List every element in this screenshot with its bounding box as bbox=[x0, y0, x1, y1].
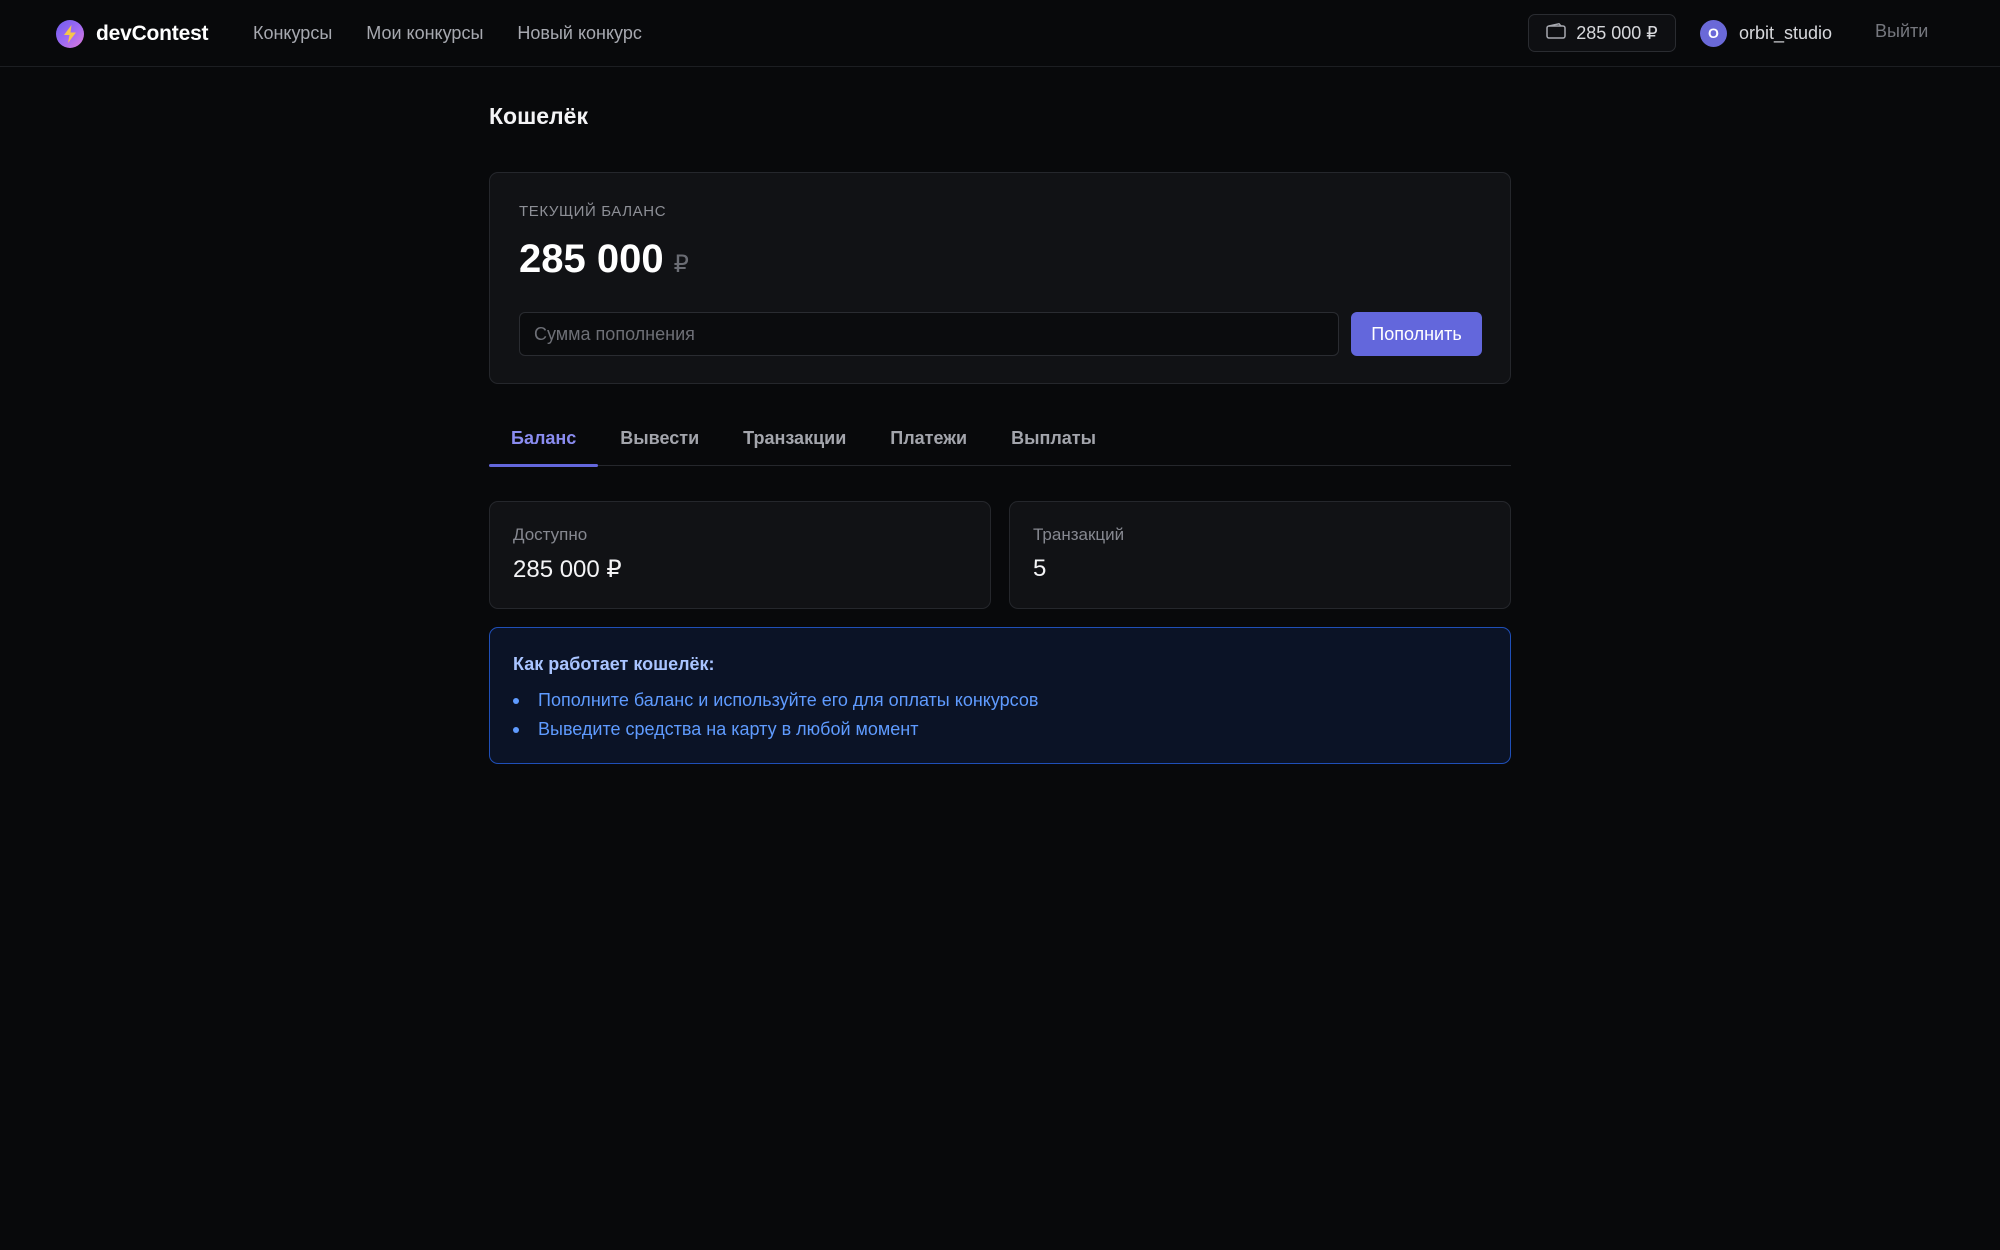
balance-amount: 285 000 ₽ bbox=[519, 237, 689, 282]
tab-payouts[interactable]: Выплаты bbox=[989, 410, 1118, 466]
list-item: Выведите средства на карту в любой момен… bbox=[513, 715, 1038, 744]
brand-name: devContest bbox=[96, 22, 209, 45]
balance-currency: ₽ bbox=[673, 251, 689, 278]
available-value: 285 000 ₽ bbox=[513, 556, 622, 583]
user-menu[interactable]: O orbit_studio bbox=[1700, 19, 1832, 47]
tab-balance[interactable]: Баланс bbox=[489, 410, 599, 467]
lightning-bolt-icon bbox=[56, 20, 84, 48]
info-list: Пополните баланс и используйте его для о… bbox=[513, 686, 1038, 744]
wallet-balance-button[interactable]: 285 000 ₽ bbox=[1528, 14, 1676, 52]
info-item-text: Пополните баланс и используйте его для о… bbox=[538, 690, 1039, 710]
topup-amount-input[interactable] bbox=[519, 312, 1339, 356]
info-title: Как работает кошелёк: bbox=[513, 654, 715, 674]
topup-button[interactable]: Пополнить bbox=[1351, 312, 1482, 356]
available-stat-card: Доступно 285 000 ₽ bbox=[489, 501, 991, 609]
tab-payments[interactable]: Платежи bbox=[868, 410, 989, 466]
username: orbit_studio bbox=[1739, 22, 1833, 43]
balance-label: ТЕКУЩИЙ БАЛАНС bbox=[519, 203, 667, 220]
wallet-info-box: Как работает кошелёк: Пополните баланс и… bbox=[489, 627, 1511, 764]
wallet-tabs: Баланс Вывести Транзакции Платежи Выплат… bbox=[489, 410, 1511, 467]
top-navbar: devContest Конкурсы Мои конкурсы Новый к… bbox=[0, 0, 2000, 67]
tab-withdraw[interactable]: Вывести bbox=[598, 410, 721, 466]
logout-link[interactable]: Выйти bbox=[1875, 21, 1928, 42]
brand-logo[interactable]: devContest bbox=[56, 20, 209, 48]
balance-card: ТЕКУЩИЙ БАЛАНС 285 000 ₽ Пополнить bbox=[489, 172, 1511, 384]
nav-link-new-contest[interactable]: Новый конкурс bbox=[517, 23, 641, 44]
info-item-text: Выведите средства на карту в любой момен… bbox=[538, 719, 919, 739]
avatar: O bbox=[1700, 19, 1727, 47]
main-nav: Конкурсы Мои конкурсы Новый конкурс bbox=[253, 0, 642, 66]
tab-transactions[interactable]: Транзакции bbox=[721, 410, 868, 466]
bullet-icon bbox=[513, 697, 519, 704]
nav-link-my-contests[interactable]: Мои конкурсы bbox=[366, 23, 483, 44]
transactions-value: 5 bbox=[1033, 555, 1047, 582]
page-title: Кошелёк bbox=[489, 103, 588, 129]
transactions-stat-card: Транзакций 5 bbox=[1009, 501, 1511, 609]
balance-amount-value: 285 000 bbox=[519, 237, 664, 281]
wallet-balance-amount: 285 000 ₽ bbox=[1576, 22, 1658, 43]
transactions-label: Транзакций bbox=[1033, 525, 1125, 544]
available-label: Доступно bbox=[513, 525, 588, 544]
list-item: Пополните баланс и используйте его для о… bbox=[513, 686, 1038, 715]
wallet-icon bbox=[1546, 22, 1566, 44]
bullet-icon bbox=[513, 726, 519, 733]
nav-link-contests[interactable]: Конкурсы bbox=[253, 23, 332, 44]
